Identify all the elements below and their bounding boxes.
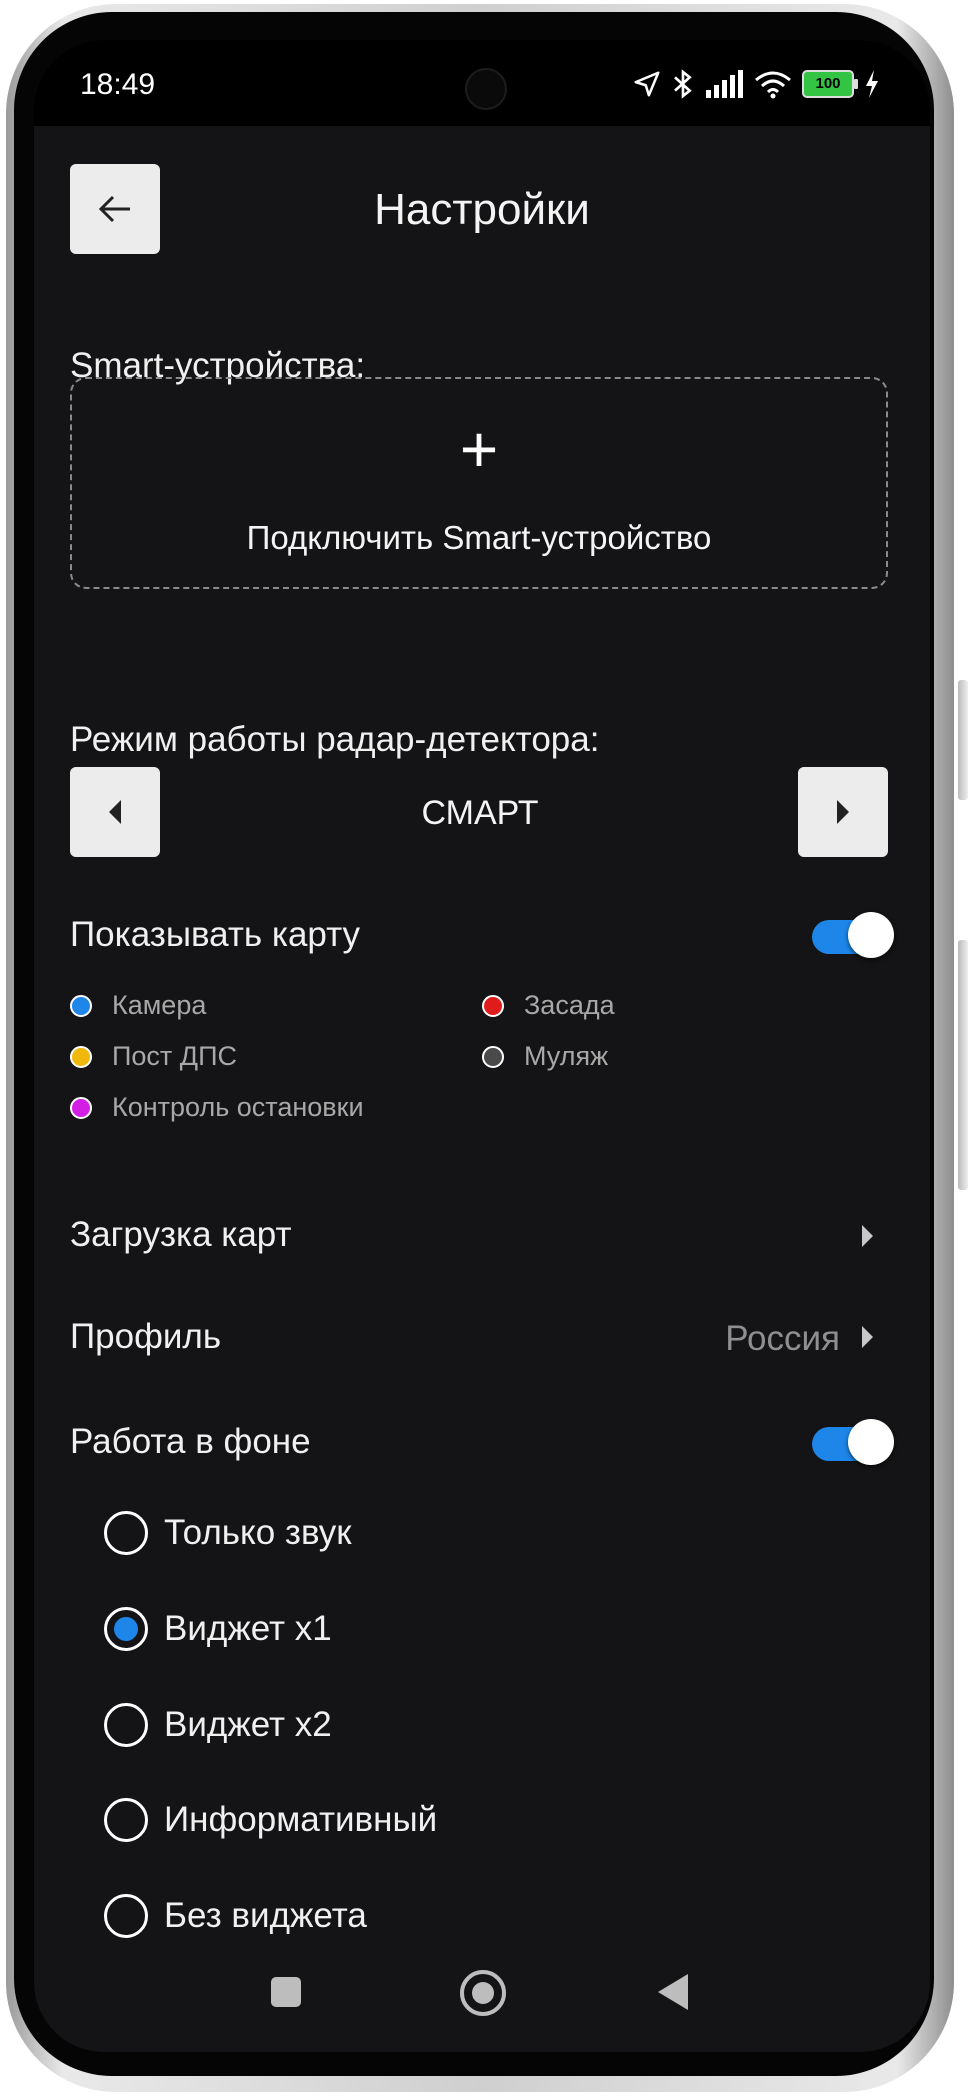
toggle-knob xyxy=(848,1419,894,1465)
signal-icon xyxy=(706,70,743,98)
radio-label: Информативный xyxy=(164,1800,438,1839)
radio-option-informative[interactable]: Информативный xyxy=(104,1798,437,1842)
profile-label[interactable]: Профиль xyxy=(70,1317,221,1357)
front-camera xyxy=(465,68,507,110)
legend-dot xyxy=(70,1045,92,1068)
chevron-right-icon xyxy=(862,1225,873,1247)
radio-label: Без виджета xyxy=(164,1896,367,1935)
legend-label: Муляж xyxy=(524,1041,609,1071)
battery-icon: 100 xyxy=(802,70,858,98)
radio-label: Виджет x2 xyxy=(164,1705,332,1744)
plus-icon: + xyxy=(459,412,499,486)
legend-label: Камера xyxy=(112,990,207,1020)
radio-button[interactable] xyxy=(104,1894,148,1938)
mode-prev-button[interactable] xyxy=(70,767,160,857)
map-download-label[interactable]: Загрузка карт xyxy=(70,1215,292,1255)
legend-item-stop-control: Контроль остановки xyxy=(70,1092,364,1123)
profile-value[interactable]: Россия xyxy=(725,1319,840,1359)
radio-option-no-widget[interactable]: Без виджета xyxy=(104,1894,367,1938)
home-icon-center xyxy=(472,1982,494,2004)
caret-right-icon xyxy=(837,800,849,824)
legend-item-ambush: Засада xyxy=(482,990,615,1021)
power-button xyxy=(958,940,968,1190)
radio-option-widget-x1[interactable]: Виджет x1 xyxy=(104,1607,332,1651)
background-mode-label: Работа в фоне xyxy=(70,1422,311,1461)
legend-label: Пост ДПС xyxy=(112,1041,237,1071)
radio-button[interactable] xyxy=(104,1607,148,1651)
legend-dot xyxy=(482,1045,504,1068)
radio-button[interactable] xyxy=(104,1703,148,1747)
toggle-knob xyxy=(848,912,894,958)
radio-button[interactable] xyxy=(104,1798,148,1842)
recents-icon[interactable] xyxy=(271,1977,301,2007)
legend-dot xyxy=(70,1096,92,1119)
legend-item-camera: Камера xyxy=(70,990,206,1021)
legend-item-dummy: Муляж xyxy=(482,1041,608,1072)
legend-label: Засада xyxy=(524,990,615,1020)
add-smart-device-label: Подключить Smart-устройство xyxy=(246,519,712,556)
radio-option-widget-x2[interactable]: Виджет x2 xyxy=(104,1703,332,1747)
radio-option-sound-only[interactable]: Только звук xyxy=(104,1511,352,1555)
radio-button[interactable] xyxy=(104,1511,148,1555)
radar-mode-label: Режим работы радар-детектора: xyxy=(70,720,600,759)
legend-dot xyxy=(70,994,92,1017)
volume-button xyxy=(958,680,968,800)
page-title: Настройки xyxy=(374,185,590,234)
wifi-icon xyxy=(755,71,791,99)
legend-item-police-post: Пост ДПС xyxy=(70,1041,237,1072)
charging-icon xyxy=(866,70,878,98)
location-icon xyxy=(634,71,660,97)
app-screen: 18:49 100 Настройки Smart-устройства: + … xyxy=(34,40,930,2052)
mode-next-button[interactable] xyxy=(798,767,888,857)
status-icons: 100 xyxy=(632,64,880,104)
legend-label: Контроль остановки xyxy=(112,1092,364,1122)
chevron-right-icon xyxy=(862,1326,873,1348)
radio-selected-dot xyxy=(114,1617,138,1641)
battery-level: 100 xyxy=(815,75,841,92)
status-bar: 18:49 100 xyxy=(34,40,930,126)
status-time: 18:49 xyxy=(80,68,156,101)
bluetooth-icon xyxy=(674,69,692,99)
radar-mode-value: СМАРТ xyxy=(421,794,539,832)
show-map-label: Показывать карту xyxy=(70,915,361,954)
add-smart-device-button[interactable]: + Подключить Smart-устройство xyxy=(70,377,888,589)
caret-left-icon xyxy=(109,800,121,824)
radio-label: Виджет x1 xyxy=(164,1609,332,1648)
radio-label: Только звук xyxy=(164,1513,352,1552)
home-icon[interactable] xyxy=(460,1970,506,2016)
background-mode-toggle[interactable] xyxy=(812,1419,894,1465)
system-nav-bar xyxy=(34,1940,930,2040)
show-map-toggle[interactable] xyxy=(812,912,894,958)
back-triangle-icon[interactable] xyxy=(658,1974,688,2010)
legend-dot xyxy=(482,994,504,1017)
